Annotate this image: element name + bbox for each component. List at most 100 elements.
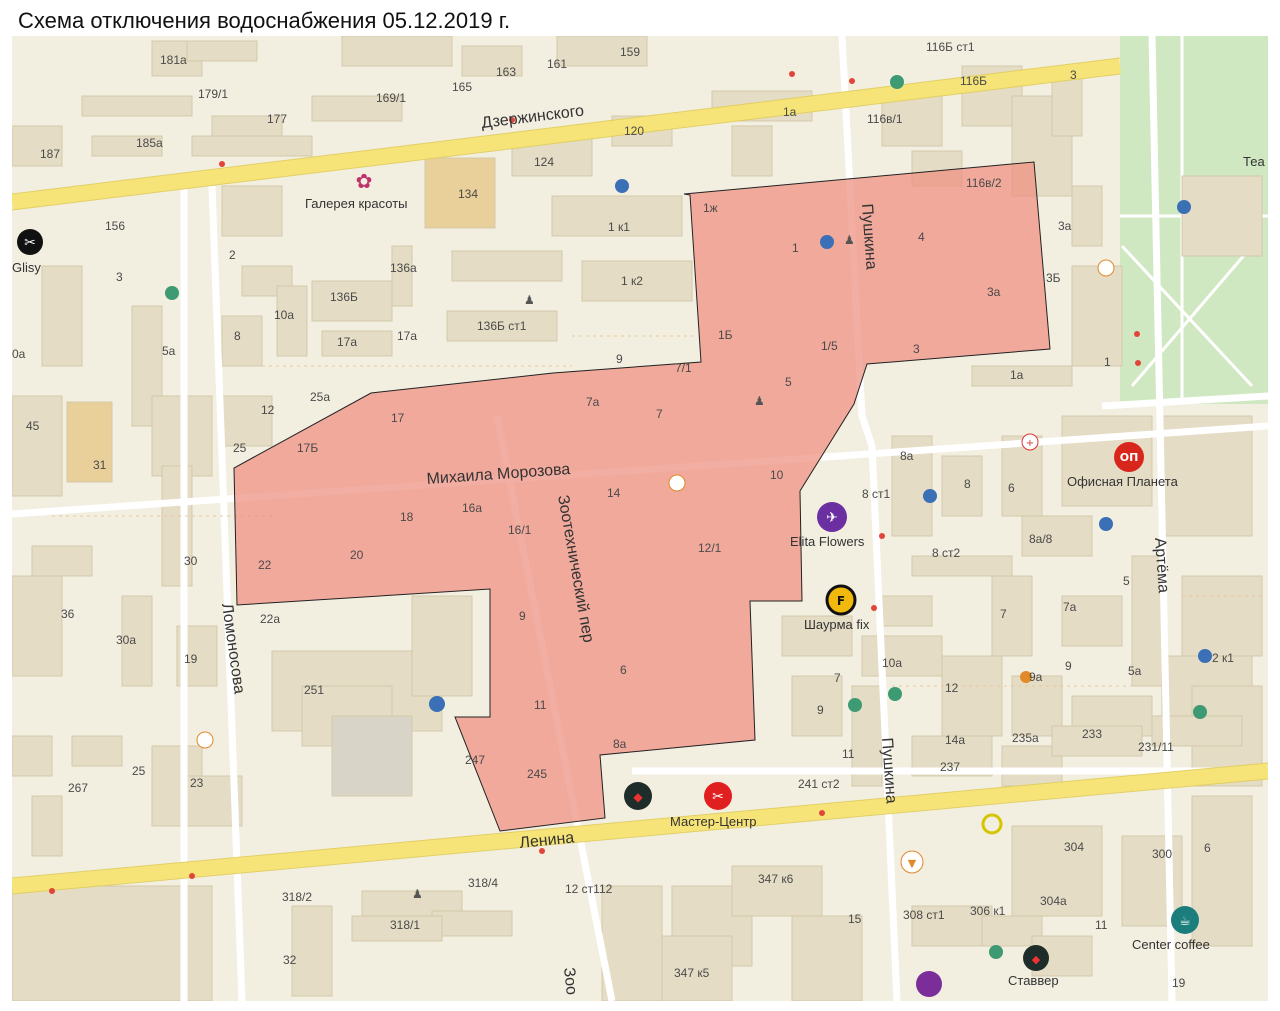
house-number-h306-k1: 306 к1 (970, 904, 1006, 918)
house-number-h30a: 30а (116, 633, 136, 647)
house-number-h5a-right: 5а (1128, 664, 1142, 678)
house-number-h3b: 3Б (1046, 271, 1061, 285)
poi-gallery: Галерея красоты (305, 196, 408, 211)
beauty-icon[interactable]: ✿ (356, 169, 373, 193)
house-number-h8-left: 8 (234, 329, 241, 343)
house-number-h136b: 136Б (330, 290, 358, 304)
house-number-h300: 300 (1152, 847, 1172, 861)
house-number-h32: 32 (283, 953, 297, 967)
house-number-h16-1: 16/1 (508, 523, 532, 537)
house-number-h5-right: 5 (1123, 574, 1130, 588)
house-number-h1-center: 1 (792, 241, 799, 255)
house-number-h247: 247 (465, 753, 485, 767)
poi-center-coffee: Center coffee (1132, 937, 1210, 952)
map-viewport[interactable]: ✂ ✿ ♟ ♟ ♟ ♟ + ОП ✈ F ✂ ◆ ◆ ☕ ▼ Дзержинск… (12, 36, 1268, 1001)
house-number-h231-11: 231/11 (1138, 740, 1174, 754)
svg-text:F: F (837, 594, 845, 608)
house-number-h304a: 304а (1040, 894, 1067, 908)
house-number-h17b: 17Б (297, 441, 318, 455)
house-number-h45: 45 (26, 419, 40, 433)
house-number-h347-k5: 347 к5 (674, 966, 710, 980)
house-number-h11-small: 11 (842, 747, 855, 761)
house-number-h3a-top: 3а (1058, 219, 1072, 233)
svg-text:☕: ☕ (1179, 914, 1191, 929)
house-number-h3-right: 3 (1070, 68, 1077, 82)
house-number-h318-4: 318/4 (468, 876, 498, 890)
house-number-h7a-right: 7а (1063, 600, 1077, 614)
svg-text:♟: ♟ (412, 887, 423, 901)
house-number-h36: 36 (61, 607, 75, 621)
house-number-h1zh: 1ж (703, 201, 718, 215)
house-number-h12-left: 12 (261, 403, 275, 417)
house-number-h6-far: 6 (1204, 841, 1211, 855)
house-number-h251: 251 (304, 683, 324, 697)
house-number-h3a-right: 3а (987, 285, 1001, 299)
svg-text:◆: ◆ (1032, 953, 1041, 966)
house-number-h14: 14 (607, 486, 621, 500)
house-number-h8-st1: 8 ст1 (862, 487, 891, 501)
house-number-h181a: 181а (160, 53, 187, 67)
house-number-h1-5: 1/5 (821, 339, 838, 353)
svg-text:▼: ▼ (908, 857, 917, 870)
house-number-h8a-8: 8а/8 (1029, 532, 1053, 546)
house-number-h18: 18 (400, 510, 414, 524)
poi-tea-cut: Теа (1243, 154, 1265, 169)
house-number-h8a-right: 8а (900, 449, 914, 463)
house-number-h8a-zone: 8а (613, 737, 627, 751)
house-number-h23: 23 (190, 776, 204, 790)
house-number-h136a: 136а (390, 261, 417, 275)
house-number-h233: 233 (1082, 727, 1102, 741)
house-number-h12-1: 12/1 (698, 541, 722, 555)
house-number-h124: 124 (534, 155, 554, 169)
house-number-h22a: 22а (260, 612, 280, 626)
house-number-h1-right: 1 (1104, 355, 1111, 369)
house-number-h2: 2 (229, 248, 236, 262)
house-number-h25: 25 (132, 764, 146, 778)
house-number-h4: 4 (918, 230, 925, 244)
house-number-h245: 245 (527, 767, 547, 781)
house-number-h30: 30 (184, 554, 198, 568)
scissors-icon[interactable]: ✂ (17, 229, 43, 255)
poi-master: Мастер-Центр (670, 814, 757, 829)
house-number-h25: 25 (233, 441, 247, 455)
house-number-h7: 7 (656, 407, 663, 421)
svg-text:♟: ♟ (754, 394, 765, 408)
house-number-h9-right2: 9 (1065, 659, 1072, 673)
svg-text:♟: ♟ (524, 293, 535, 307)
house-number-h9a: 9а (1029, 670, 1043, 684)
svg-text:♟: ♟ (844, 233, 855, 247)
house-number-h116v-1: 116в/1 (867, 112, 903, 126)
house-number-h1a-top: 1а (783, 105, 797, 119)
house-number-h15: 15 (848, 912, 862, 926)
house-number-h177: 177 (267, 112, 287, 126)
house-number-h134: 134 (458, 187, 478, 201)
house-number-h9-mid: 9 (616, 352, 623, 366)
svg-text:✂: ✂ (712, 789, 724, 805)
fastfood-icon[interactable]: F (825, 584, 857, 616)
flowers-icon[interactable]: ✈ (817, 502, 847, 532)
house-number-h5: 5 (785, 375, 792, 389)
house-number-h1k1: 1 к1 (608, 220, 630, 234)
house-number-h318-1: 318/1 (390, 918, 420, 932)
house-number-h6-right: 6 (1008, 481, 1015, 495)
house-number-h11-bottom: 11 (1095, 918, 1108, 932)
map-canvas[interactable]: ✂ ✿ ♟ ♟ ♟ ♟ + ОП ✈ F ✂ ◆ ◆ ☕ ▼ Дзержинск… (12, 36, 1268, 1001)
house-number-h304: 304 (1064, 840, 1084, 854)
house-number-h6-zone: 6 (620, 663, 627, 677)
house-number-h8-st2: 8 ст2 (932, 546, 961, 560)
house-number-h17a-2: 17а (397, 329, 417, 343)
house-number-h3-left: 3 (116, 270, 123, 284)
house-number-h7a: 7а (586, 395, 600, 409)
house-number-h235a: 235а (1012, 731, 1039, 745)
house-number-h156: 156 (105, 219, 125, 233)
hospital-icon: + (1021, 433, 1039, 451)
house-number-h31: 31 (93, 458, 107, 472)
house-number-h5a: 5а (162, 344, 176, 358)
poi-glisy: Glisy (12, 260, 41, 275)
house-number-h165: 165 (452, 80, 472, 94)
house-number-h318-2: 318/2 (282, 890, 312, 904)
house-number-h187: 187 (40, 147, 60, 161)
house-number-h308-st1: 308 ст1 (903, 908, 945, 922)
svg-text:✿: ✿ (356, 169, 373, 193)
ofisnaya-icon[interactable]: ОП (1114, 442, 1144, 472)
